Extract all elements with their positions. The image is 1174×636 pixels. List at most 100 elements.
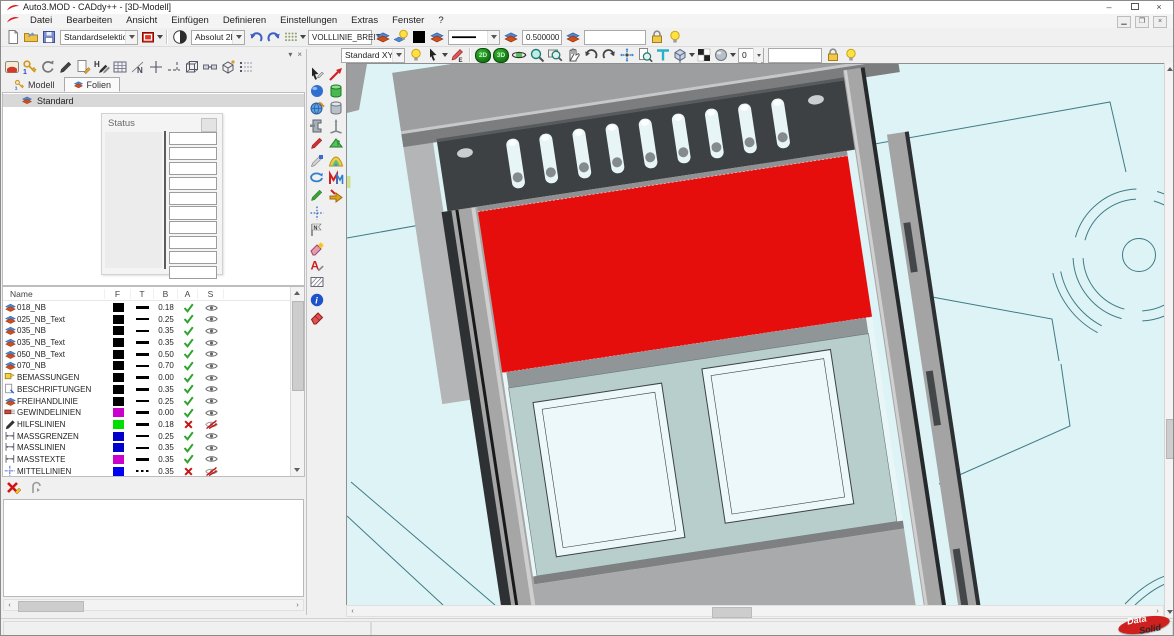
color-swatch-icon[interactable] <box>410 29 428 46</box>
view-3d-button[interactable]: 3D <box>493 48 509 63</box>
lock-view-icon[interactable] <box>824 47 842 64</box>
table-row[interactable]: MASSLINIEN0.35 <box>3 441 304 453</box>
layer-color-swatch[interactable] <box>105 432 131 441</box>
tool-arrow-multi-icon[interactable] <box>327 187 345 204</box>
panel-pin-icon[interactable]: ▾ <box>288 50 292 59</box>
view-angle-spin[interactable]: 0 <box>738 48 764 63</box>
rotate-right-icon[interactable] <box>600 47 618 64</box>
tool-rotate-pair-icon[interactable] <box>308 169 326 186</box>
layer-active-icon[interactable] <box>178 326 198 336</box>
menu-fenster[interactable]: Fenster <box>385 14 431 28</box>
new-file-icon[interactable] <box>4 29 22 46</box>
menu-einfgen[interactable]: Einfügen <box>164 14 216 28</box>
lock-icon[interactable] <box>648 29 666 46</box>
key-1-icon[interactable]: 1 <box>21 59 39 76</box>
column-header-name[interactable]: Name <box>3 289 105 299</box>
table-row[interactable]: 035_NB0.35 <box>3 324 304 336</box>
table-row[interactable]: 025_NB_Text0.25 <box>3 313 304 325</box>
grid-snap-icon[interactable] <box>283 29 306 46</box>
view-2d-button[interactable]: 2D <box>475 48 491 63</box>
layer-linetype[interactable] <box>131 423 154 426</box>
status-field-7[interactable] <box>169 221 217 234</box>
layer-active-icon[interactable] <box>178 443 198 453</box>
layer-color-swatch[interactable] <box>105 467 131 476</box>
scroll-up-icon[interactable] <box>291 287 303 299</box>
status-panel-button[interactable] <box>201 118 217 132</box>
layer-linetype[interactable] <box>131 447 154 450</box>
list-dots-icon[interactable] <box>237 59 255 76</box>
cube-axes-icon[interactable] <box>219 59 237 76</box>
layer-linetype[interactable] <box>131 353 154 356</box>
layer-linetype[interactable] <box>131 435 154 438</box>
status-field-3[interactable] <box>169 162 217 175</box>
coordinate-mode-icon[interactable] <box>171 29 189 46</box>
table-row[interactable]: GEWINDELINIEN0.00 <box>3 406 304 418</box>
tool-pen-green-icon[interactable] <box>308 187 326 204</box>
layer-visible-icon[interactable] <box>198 315 224 323</box>
status-field-6[interactable] <box>169 206 217 219</box>
restore-selection-icon[interactable] <box>27 480 45 497</box>
tool-select-pen-icon[interactable] <box>308 65 326 82</box>
layer-linetype[interactable] <box>131 341 154 344</box>
minimize-button[interactable]: – <box>1101 2 1117 13</box>
layer-color-swatch[interactable] <box>105 385 131 394</box>
layer-linetype[interactable] <box>131 365 154 368</box>
render-mode-icon[interactable] <box>695 47 713 64</box>
layer-active-icon[interactable] <box>178 467 198 476</box>
layer-linetype[interactable] <box>131 306 154 309</box>
status-field-2[interactable] <box>169 147 217 160</box>
table-row[interactable]: 018_NB0.18 <box>3 301 304 313</box>
orbit-view-icon[interactable] <box>510 47 528 64</box>
light-toggle-icon[interactable] <box>407 47 425 64</box>
layer-linetype[interactable] <box>131 330 154 333</box>
layer-visible-icon[interactable] <box>198 385 224 393</box>
layer-color-swatch[interactable] <box>105 361 131 370</box>
scroll-right-icon[interactable]: › <box>292 600 303 610</box>
layer-color-swatch[interactable] <box>105 326 131 335</box>
mdi-restore-button[interactable]: ❐ <box>1135 16 1149 28</box>
table-row[interactable]: FREIHANDLINIE0.25 <box>3 395 304 407</box>
t-square-icon[interactable] <box>654 47 672 64</box>
refresh-icon[interactable] <box>39 59 57 76</box>
status-field-8[interactable] <box>169 236 217 249</box>
table-scroll-thumb[interactable] <box>292 301 304 391</box>
layer-color-swatch[interactable] <box>105 408 131 417</box>
save-file-icon[interactable] <box>40 29 58 46</box>
tool-cylinder-green-icon[interactable] <box>327 82 345 99</box>
zoom-select-icon[interactable] <box>528 47 546 64</box>
shading-sphere-icon[interactable] <box>713 47 736 64</box>
tool-info-icon[interactable]: i <box>308 291 326 308</box>
cross-icon[interactable] <box>147 59 165 76</box>
viewport-horizontal-scrollbar[interactable]: ‹ › <box>346 605 1164 617</box>
scroll-left-icon[interactable]: ‹ <box>4 600 15 610</box>
table-row[interactable]: BEMASSUNGEN0.00 <box>3 371 304 383</box>
layer-apply-style-icon[interactable] <box>502 29 520 46</box>
dash-corner-icon[interactable] <box>165 59 183 76</box>
status-field-10[interactable] <box>169 266 217 279</box>
scroll-down-icon[interactable] <box>291 464 303 476</box>
table-row[interactable]: 050_NB_Text0.50 <box>3 348 304 360</box>
vp-scroll-up-icon[interactable] <box>1165 63 1174 74</box>
layer-active-icon[interactable] <box>178 361 198 371</box>
status-field-4[interactable] <box>169 177 217 190</box>
tool-wedge-green-icon[interactable] <box>327 135 345 152</box>
cube-wire-icon[interactable] <box>183 59 201 76</box>
layer-linetype[interactable] <box>131 318 154 321</box>
bulb-view-icon[interactable] <box>842 47 860 64</box>
layer-visible-icon[interactable] <box>198 327 224 335</box>
layer-linetype[interactable] <box>131 388 154 391</box>
layer-active-icon[interactable] <box>178 373 198 383</box>
menu-datei[interactable]: Datei <box>23 14 59 28</box>
vp-scroll-left-icon[interactable]: ‹ <box>347 606 358 616</box>
tool-hatch-icon[interactable] <box>308 274 326 291</box>
pan-hand-icon[interactable] <box>564 47 582 64</box>
orbit-free-icon[interactable] <box>618 47 636 64</box>
tool-clamp-icon[interactable] <box>308 117 326 134</box>
tool-dotted-cross-icon[interactable] <box>308 204 326 221</box>
layer-visible-icon[interactable] <box>198 397 224 405</box>
column-header-a[interactable]: A <box>178 289 198 299</box>
layer-active-icon[interactable] <box>178 384 198 394</box>
table-row[interactable]: HILFSLINIEN0.18 <box>3 418 304 430</box>
absolute-2d-select[interactable]: Absolut 2D <box>191 30 245 45</box>
menu-?[interactable]: ? <box>431 14 450 28</box>
